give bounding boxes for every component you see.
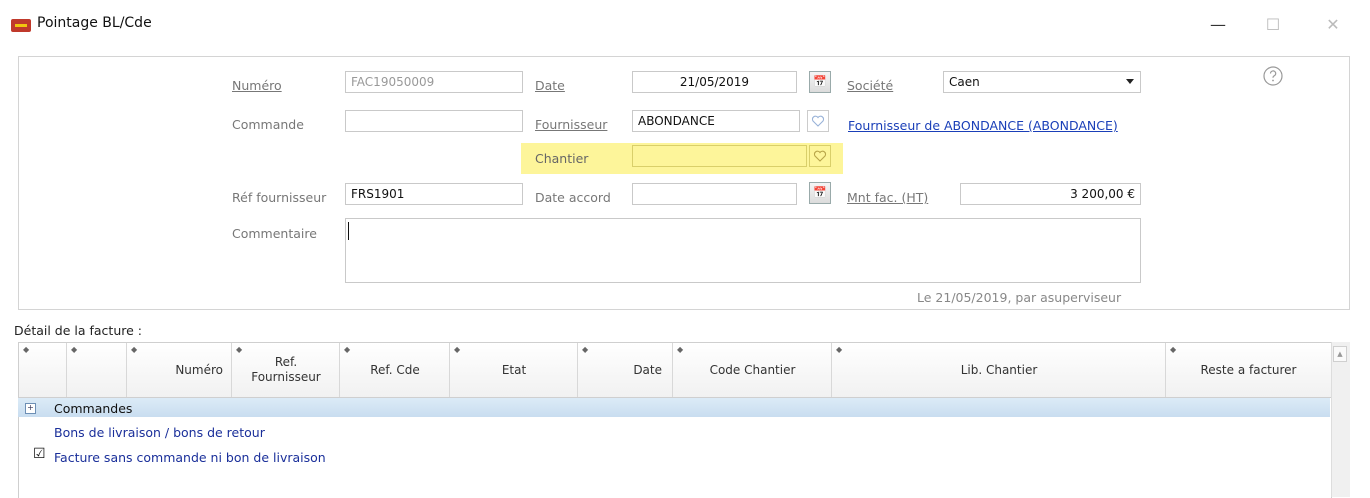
mnt-fac-label: Mnt fac. (HT) [847, 190, 929, 205]
text-cursor [348, 222, 349, 240]
column-label: Date [633, 362, 662, 377]
sort-icon: ◆ [23, 345, 30, 354]
group-row-label: Commandes [54, 401, 133, 416]
column-header[interactable]: ◆ Lib. Chantier [832, 343, 1166, 397]
calendar-icon: 📅 [813, 75, 827, 88]
societe-select[interactable]: Caen [943, 71, 1141, 93]
date-field[interactable]: 21/05/2019 [632, 71, 797, 93]
column-label: Lib. Chantier [960, 362, 1038, 377]
date-accord-calendar-button[interactable]: 📅 [809, 182, 831, 204]
date-calendar-button[interactable]: 📅 [809, 71, 831, 93]
column-label: Ref. Fournisseur [251, 355, 321, 384]
commande-label: Commande [232, 117, 304, 132]
detail-grid: ◆ ◆ ◆ Numéro ◆ Ref. Fournisseur ◆ Ref. C… [18, 342, 1332, 498]
column-header[interactable]: ◆ Reste a facturer [1166, 343, 1331, 397]
date-accord-label: Date accord [535, 190, 611, 205]
societe-label: Société [847, 78, 894, 93]
grid-header: ◆ ◆ ◆ Numéro ◆ Ref. Fournisseur ◆ Ref. C… [19, 343, 1331, 398]
title-bar: Pointage BL/Cde — ☐ ✕ [0, 0, 1370, 46]
minimize-button[interactable]: — [1203, 14, 1233, 36]
column-label: Ref. Cde [370, 362, 420, 377]
societe-value: Caen [949, 75, 980, 89]
app-logo-icon [11, 19, 31, 32]
column-header[interactable]: ◆ Ref. Cde [340, 343, 450, 397]
heart-icon [813, 150, 827, 162]
group-row-bons-livraison[interactable]: Bons de livraison / bons de retour [54, 425, 265, 440]
ref-fournisseur-field[interactable]: FRS1901 [345, 183, 523, 205]
column-header[interactable]: ◆ Date [578, 343, 673, 397]
chantier-label: Chantier [535, 151, 589, 166]
numero-field[interactable]: FAC19050009 [345, 71, 523, 93]
audit-info: Le 21/05/2019, par asuperviseur [917, 290, 1122, 305]
ref-fournisseur-label: Réf fournisseur [232, 190, 327, 205]
chantier-field[interactable] [632, 145, 807, 167]
group-row-facture-sans-commande[interactable]: Facture sans commande ni bon de livraiso… [54, 450, 326, 465]
fournisseur-label: Fournisseur [535, 117, 608, 132]
date-label: Date [535, 78, 565, 93]
column-header[interactable]: ◆ Code Chantier [673, 343, 832, 397]
column-label: Code Chantier [709, 362, 796, 377]
chevron-down-icon [1126, 79, 1134, 84]
fournisseur-field[interactable]: ABONDANCE [632, 110, 800, 132]
column-label [67, 343, 127, 397]
heart-icon [811, 115, 825, 127]
detail-title: Détail de la facture : [14, 323, 142, 338]
date-accord-field[interactable] [632, 183, 797, 205]
mnt-fac-field[interactable]: 3 200,00 € [960, 183, 1141, 205]
maximize-button[interactable]: ☐ [1258, 14, 1288, 36]
column-header[interactable]: ◆ [67, 343, 127, 397]
column-header[interactable]: ◆ [19, 343, 67, 397]
close-button[interactable]: ✕ [1318, 14, 1348, 36]
column-header[interactable]: ◆ Numéro [127, 343, 232, 397]
column-label: Reste a facturer [1200, 362, 1297, 377]
column-label: Etat [501, 362, 527, 377]
commande-field[interactable] [345, 110, 523, 132]
column-label: Numéro [175, 362, 223, 377]
commentaire-label: Commentaire [232, 226, 317, 241]
column-header[interactable]: ◆ Ref. Fournisseur [232, 343, 340, 397]
column-header[interactable]: ◆ Etat [450, 343, 578, 397]
calendar-icon: 📅 [813, 186, 827, 199]
scroll-up-button[interactable]: ▲ [1333, 346, 1347, 362]
facture-checkbox[interactable]: ☑ [33, 447, 46, 461]
window-title: Pointage BL/Cde [37, 15, 152, 31]
commentaire-textarea[interactable] [345, 218, 1141, 283]
group-row-commandes[interactable] [18, 398, 1330, 417]
fournisseur-lookup-button[interactable] [807, 110, 829, 132]
expand-icon[interactable]: + [25, 403, 36, 414]
chantier-lookup-button[interactable] [809, 145, 831, 167]
help-icon[interactable] [1261, 64, 1285, 88]
vertical-scrollbar[interactable] [1331, 342, 1350, 497]
sort-icon: ◆ [582, 345, 589, 354]
sort-icon: ◆ [131, 345, 138, 354]
fournisseur-link[interactable]: Fournisseur de ABONDANCE (ABONDANCE) [848, 118, 1118, 133]
numero-label: Numéro [232, 78, 282, 93]
